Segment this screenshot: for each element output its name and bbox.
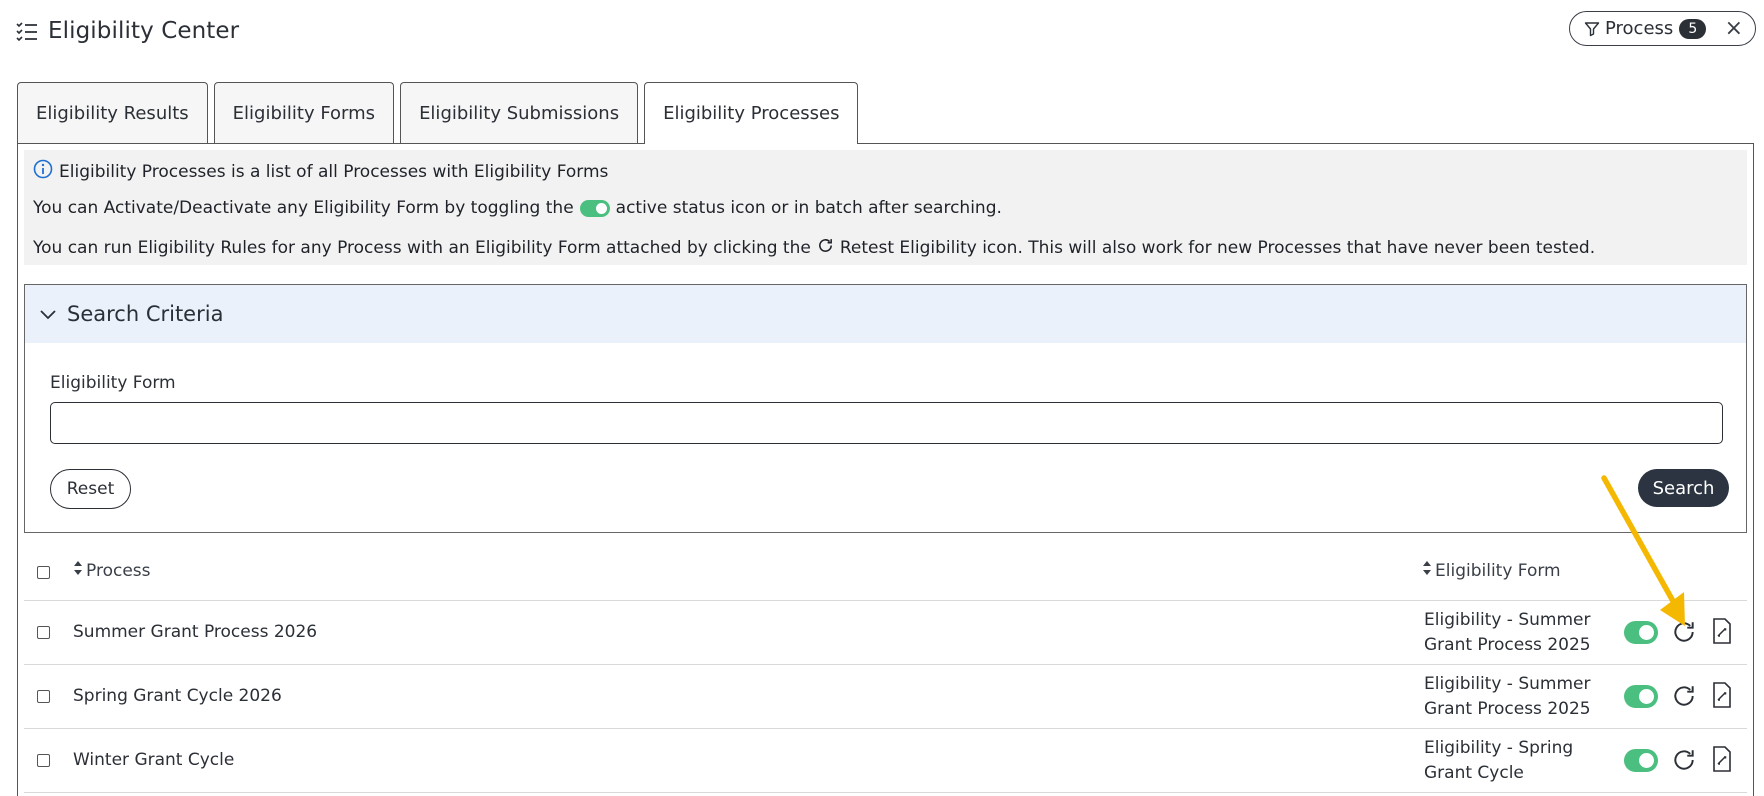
tab-eligibility-processes[interactable]: Eligibility Processes	[644, 82, 859, 144]
info-icon	[33, 159, 53, 184]
process-name[interactable]: Summer Grant Process 2026	[73, 622, 317, 642]
reset-button[interactable]: Reset	[50, 469, 131, 509]
processes-table: Process Eligibility Form Summer Grant Pr…	[24, 540, 1747, 793]
row-checkbox[interactable]	[37, 626, 50, 639]
filter-label: Process	[1605, 18, 1674, 39]
panel-border-left	[17, 143, 18, 796]
panel-border-right	[1753, 143, 1754, 796]
search-criteria-header[interactable]: Search Criteria	[25, 285, 1746, 343]
tab-panel-border	[17, 143, 1754, 144]
filter-count-badge: 5	[1679, 18, 1707, 39]
search-criteria-title: Search Criteria	[67, 302, 224, 326]
retest-icon	[817, 237, 834, 259]
info-text-2a: You can Activate/Deactivate any Eligibil…	[33, 198, 574, 218]
process-name[interactable]: Spring Grant Cycle 2026	[73, 686, 282, 706]
info-line-2: You can Activate/Deactivate any Eligibil…	[33, 198, 1002, 218]
toggle-icon	[579, 199, 610, 217]
select-all-checkbox[interactable]	[37, 566, 50, 579]
chevron-down-icon	[39, 302, 57, 326]
search-criteria-panel: Search Criteria Eligibility Form Reset S…	[24, 284, 1747, 533]
close-icon[interactable]: ×	[1725, 17, 1743, 40]
tab-eligibility-forms[interactable]: Eligibility Forms	[213, 82, 395, 143]
eligibility-form-name: Eligibility - Summer Grant Process 2025	[1424, 674, 1591, 719]
column-header-eligibility-form[interactable]: Eligibility Form	[1422, 560, 1561, 581]
eligibility-form-label: Eligibility Form	[50, 373, 176, 393]
process-filter-chip[interactable]: Process 5 ×	[1569, 11, 1756, 46]
eligibility-form-input[interactable]	[50, 402, 1723, 444]
table-row: Winter Grant Cycle Eligibility - Spring …	[24, 729, 1747, 793]
column-header-process[interactable]: Process	[73, 560, 151, 581]
page-title: Eligibility Center	[48, 18, 240, 44]
tab-eligibility-submissions[interactable]: Eligibility Submissions	[400, 82, 639, 143]
table-row: Summer Grant Process 2026 Eligibility - …	[24, 601, 1747, 665]
retest-icon[interactable]	[1671, 747, 1697, 778]
active-status-toggle[interactable]	[1624, 685, 1658, 708]
info-line-3: You can run Eligibility Rules for any Pr…	[33, 237, 1595, 259]
table-row: Spring Grant Cycle 2026 Eligibility - Su…	[24, 665, 1747, 729]
search-button[interactable]: Search	[1638, 469, 1729, 507]
retest-icon[interactable]	[1671, 683, 1697, 714]
process-name[interactable]: Winter Grant Cycle	[73, 750, 234, 770]
sort-icon	[1422, 560, 1432, 581]
filter-icon	[1584, 21, 1600, 37]
info-text-2b: active status icon or in batch after sea…	[615, 198, 1002, 218]
column-form-label: Eligibility Form	[1435, 560, 1561, 581]
tab-eligibility-results[interactable]: Eligibility Results	[17, 82, 208, 143]
tab-bar: Eligibility Results Eligibility Forms El…	[17, 82, 859, 144]
row-checkbox[interactable]	[37, 690, 50, 703]
table-header: Process Eligibility Form	[24, 540, 1747, 601]
active-status-toggle[interactable]	[1624, 621, 1658, 644]
edit-form-icon[interactable]	[1712, 746, 1732, 777]
info-text-3a: You can run Eligibility Rules for any Pr…	[33, 238, 811, 258]
row-checkbox[interactable]	[37, 754, 50, 767]
info-line-1: Eligibility Processes is a list of all P…	[33, 159, 608, 184]
edit-form-icon[interactable]	[1712, 682, 1732, 713]
active-status-toggle[interactable]	[1624, 749, 1658, 772]
eligibility-form-name: Eligibility - Summer Grant Process 2025	[1424, 610, 1591, 655]
info-panel: Eligibility Processes is a list of all P…	[24, 150, 1747, 265]
page-header: Eligibility Center	[16, 14, 239, 48]
list-check-icon	[16, 21, 38, 41]
sort-icon	[73, 560, 83, 581]
column-process-label: Process	[86, 560, 151, 581]
retest-icon[interactable]	[1671, 619, 1697, 650]
info-text-1: Eligibility Processes is a list of all P…	[59, 161, 609, 182]
edit-form-icon[interactable]	[1712, 618, 1732, 649]
eligibility-form-name: Eligibility - Spring Grant Cycle	[1424, 738, 1574, 783]
info-text-3b: Retest Eligibility icon. This will also …	[839, 238, 1596, 258]
